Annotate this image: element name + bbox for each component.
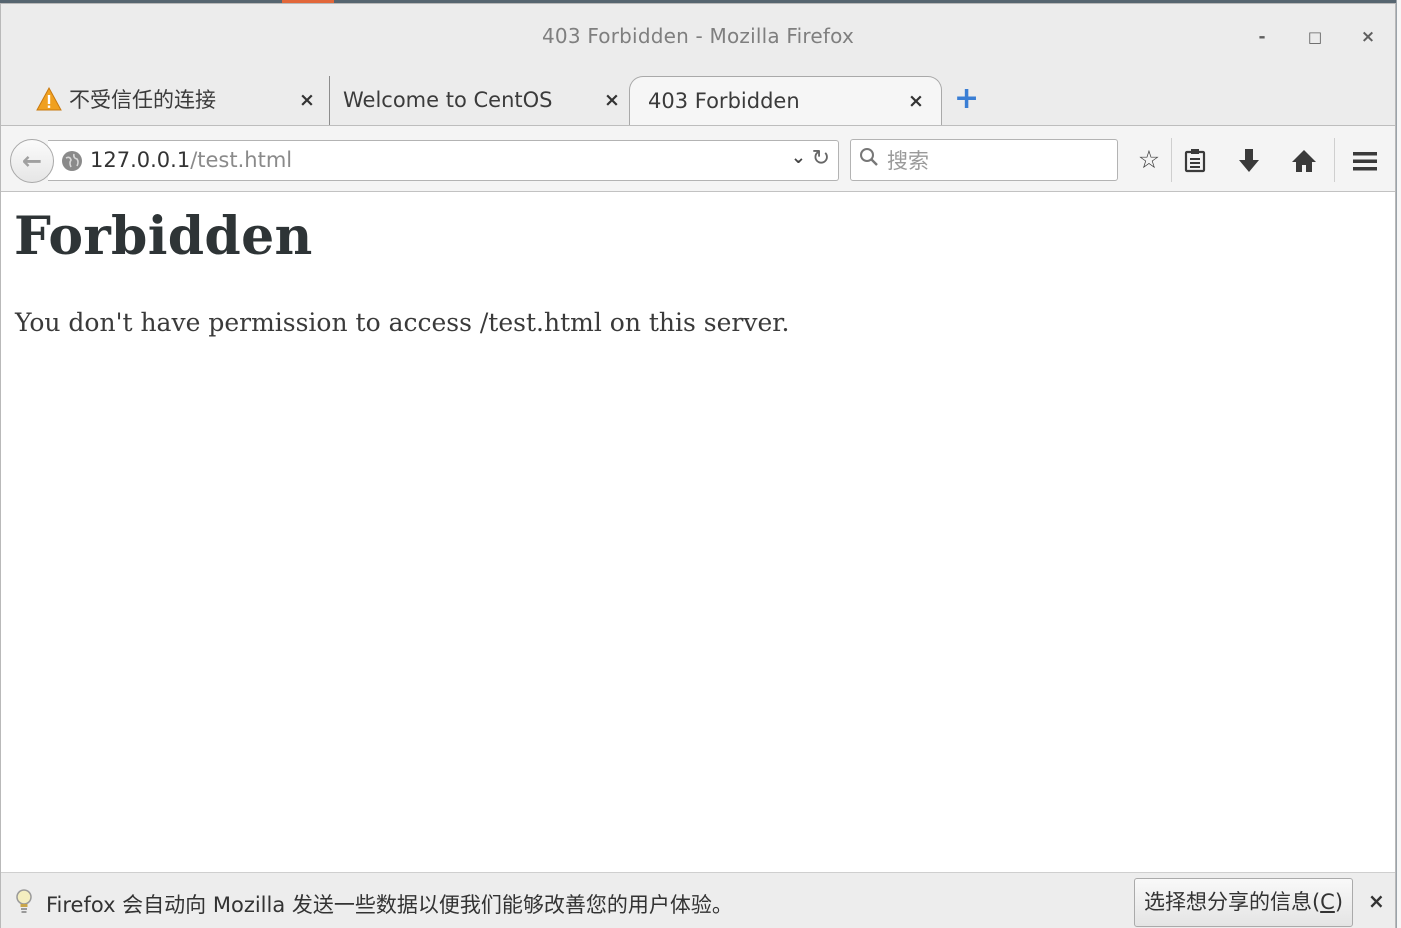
title-bar[interactable]: 403 Forbidden - Mozilla Firefox - □ × <box>1 4 1395 70</box>
share-button-label: 选择想分享的信息( <box>1143 890 1321 914</box>
navigation-toolbar: 127.0.0.1/test.html ⌄ ↻ ← ☆ <box>1 125 1395 192</box>
lightbulb-icon <box>15 889 33 920</box>
home-icon[interactable] <box>1287 143 1321 177</box>
new-tab-button[interactable]: + <box>954 84 979 114</box>
notification-text: Firefox 会自动向 Mozilla 发送一些数据以便我们能够改善您的用户体… <box>46 893 733 917</box>
download-icon[interactable] <box>1232 143 1266 177</box>
share-button-label-end: ) <box>1334 890 1344 914</box>
search-bar[interactable] <box>850 139 1118 181</box>
url-path: /test.html <box>190 148 293 172</box>
background-window-edge <box>1396 0 1401 928</box>
maximize-button[interactable]: □ <box>1304 26 1326 48</box>
firefox-window: 403 Forbidden - Mozilla Firefox - □ × 不受… <box>0 3 1396 928</box>
tab-welcome-centos[interactable]: Welcome to CentOS × <box>331 76 627 125</box>
close-window-button[interactable]: × <box>1357 26 1379 48</box>
bookmark-star-icon[interactable]: ☆ <box>1132 143 1166 177</box>
site-identity-icon[interactable] <box>62 151 82 171</box>
tab-label: 403 Forbidden <box>648 89 800 113</box>
reading-list-icon[interactable] <box>1178 143 1212 177</box>
share-button-accesskey: C <box>1320 890 1335 914</box>
url-bar[interactable]: 127.0.0.1/test.html ⌄ ↻ <box>48 140 839 181</box>
tab-403-forbidden[interactable]: 403 Forbidden × <box>629 76 942 125</box>
window-title: 403 Forbidden - Mozilla Firefox <box>541 24 854 48</box>
choose-share-info-button[interactable]: 选择想分享的信息(C) <box>1134 878 1353 927</box>
tab-label: Welcome to CentOS <box>343 88 553 112</box>
toolbar-separator <box>1171 138 1172 182</box>
search-input[interactable] <box>885 144 1114 178</box>
tab-close-icon[interactable]: × <box>604 76 620 125</box>
page-content: Forbidden You don't have permission to a… <box>1 192 1395 872</box>
toolbar-separator <box>1334 138 1335 182</box>
search-icon <box>859 147 879 172</box>
url-host: 127.0.0.1 <box>90 148 191 172</box>
notification-bar: Firefox 会自动向 Mozilla 发送一些数据以便我们能够改善您的用户体… <box>1 872 1395 928</box>
error-message: You don't have permission to access /tes… <box>15 308 790 337</box>
tab-label: 不受信任的连接 <box>69 88 216 112</box>
tab-close-icon[interactable]: × <box>908 77 924 126</box>
warning-icon <box>36 76 62 125</box>
url-text[interactable]: 127.0.0.1/test.html <box>90 148 292 172</box>
page-heading: Forbidden <box>14 206 313 267</box>
reload-icon[interactable]: ↻ <box>812 146 830 171</box>
tab-close-icon[interactable]: × <box>299 76 315 125</box>
tab-strip: 不受信任的连接 × Welcome to CentOS × 403 Forbid… <box>1 70 1395 125</box>
back-button[interactable]: ← <box>10 139 54 183</box>
notification-close-icon[interactable]: × <box>1368 889 1385 913</box>
minimize-button[interactable]: - <box>1251 26 1273 48</box>
menu-icon[interactable] <box>1348 143 1382 177</box>
url-history-dropdown-icon[interactable]: ⌄ <box>791 147 806 168</box>
tab-untrusted-connection[interactable]: 不受信任的连接 × <box>1 76 330 125</box>
